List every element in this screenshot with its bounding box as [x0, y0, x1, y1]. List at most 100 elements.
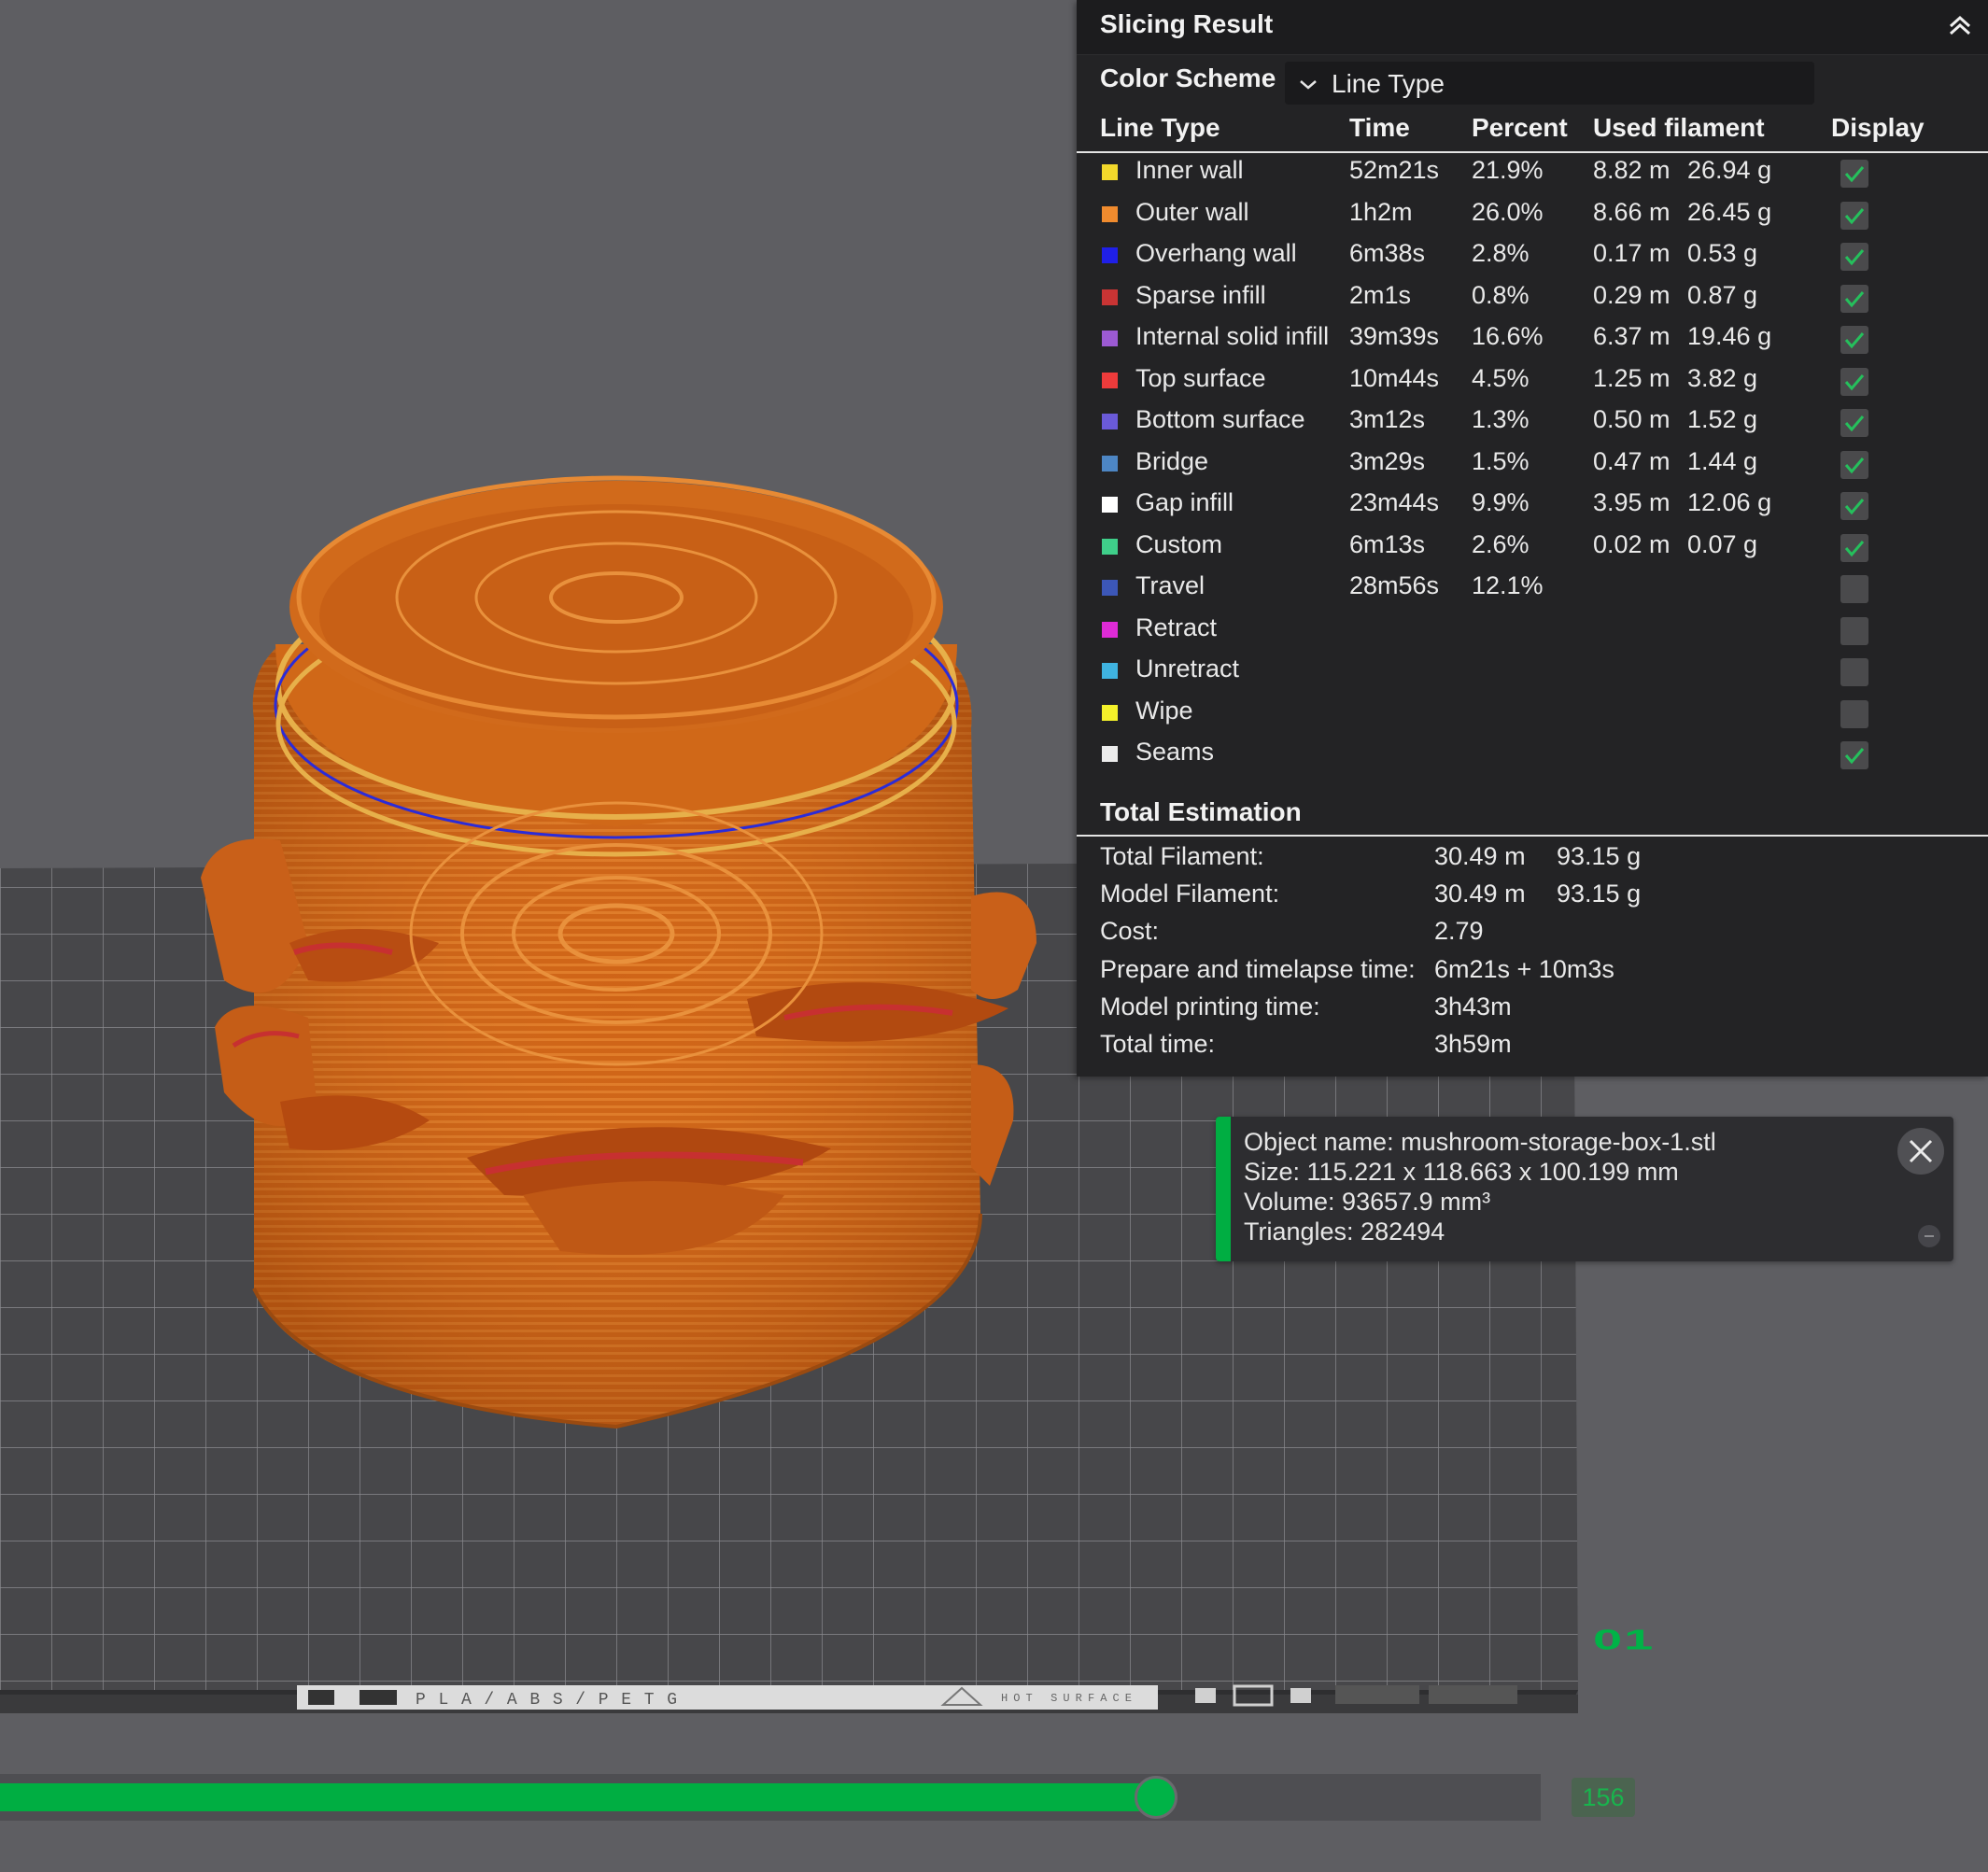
- line-type-row: Outer wall 1h2m 26.0% 8.66 m 26.45 g: [1077, 194, 1988, 235]
- time-value: 39m39s: [1349, 322, 1440, 350]
- line-type-row: Travel 28m56s 12.1%: [1077, 568, 1988, 609]
- filament-length: 0.47 m: [1593, 446, 1671, 475]
- filament-length: 8.82 m: [1593, 156, 1671, 184]
- line-type-row: Internal solid infill 39m39s 16.6% 6.37 m 19…: [1077, 318, 1988, 359]
- line-type-name: Top surface: [1135, 363, 1266, 392]
- total-row: Model printing time: 3h43m: [1077, 991, 1988, 1028]
- sliced-model[interactable]: [201, 475, 1036, 1429]
- total-label: Cost:: [1100, 917, 1160, 946]
- layer-slider-handle[interactable]: [1135, 1776, 1177, 1819]
- color-scheme-dropdown[interactable]: Line Type: [1285, 62, 1814, 105]
- percent-value: 1.5%: [1472, 446, 1530, 475]
- color-swatch: [1102, 704, 1118, 721]
- line-type-name: Unretract: [1135, 654, 1240, 683]
- line-type-row: Gap infill 23m44s 9.9% 3.95 m 12.06 g: [1077, 485, 1988, 526]
- time-value: 1h2m: [1349, 197, 1413, 226]
- percent-value: 26.0%: [1472, 197, 1544, 226]
- object-triangles: Triangles: 282494: [1244, 1218, 1445, 1246]
- line-type-name: Custom: [1135, 529, 1223, 558]
- total-row: Model Filament: 30.49 m 93.15 g: [1077, 878, 1988, 915]
- time-value: 3m29s: [1349, 446, 1426, 475]
- collapse-button[interactable]: [1941, 7, 1979, 45]
- total-value-primary: 3h43m: [1434, 992, 1512, 1020]
- color-swatch: [1102, 289, 1118, 305]
- line-type-row: Retract: [1077, 610, 1988, 651]
- total-label: Prepare and timelapse time:: [1100, 954, 1416, 983]
- layer-number-badge: 156: [1572, 1778, 1635, 1817]
- total-value-primary: 2.79: [1434, 917, 1484, 946]
- percent-value: 4.5%: [1472, 363, 1530, 392]
- time-value: 2m1s: [1349, 280, 1412, 309]
- column-header-line-type: Line Type: [1100, 113, 1220, 142]
- percent-value: 9.9%: [1472, 488, 1530, 516]
- line-type-row: Wipe: [1077, 693, 1988, 734]
- time-value: 28m56s: [1349, 571, 1440, 599]
- total-value-primary: 30.49 m: [1434, 842, 1526, 870]
- color-swatch: [1102, 414, 1118, 429]
- filament-weight: 1.44 g: [1687, 446, 1758, 475]
- filament-weight: 3.82 g: [1687, 363, 1758, 392]
- total-label: Total Filament:: [1100, 842, 1264, 870]
- display-checkbox[interactable]: [1840, 616, 1868, 645]
- color-swatch: [1102, 746, 1118, 762]
- color-swatch: [1102, 497, 1118, 513]
- display-checkbox[interactable]: [1840, 533, 1868, 562]
- display-checkbox[interactable]: [1840, 284, 1868, 313]
- checkmark-icon: [1844, 457, 1865, 473]
- total-row: Prepare and timelapse time: 6m21s + 10m3s: [1077, 953, 1988, 991]
- line-type-name: Bridge: [1135, 446, 1209, 475]
- line-type-row: Sparse infill 2m1s 0.8% 0.29 m 0.87 g: [1077, 277, 1988, 318]
- display-checkbox[interactable]: [1840, 201, 1868, 230]
- close-button[interactable]: [1897, 1128, 1944, 1175]
- checkmark-icon: [1844, 332, 1865, 349]
- time-value: 23m44s: [1349, 488, 1440, 516]
- display-checkbox[interactable]: [1840, 741, 1868, 769]
- panel-header: Slicing Result: [1077, 0, 1988, 55]
- filament-length: 0.02 m: [1593, 529, 1671, 558]
- color-swatch: [1102, 455, 1118, 472]
- checkmark-icon: [1844, 373, 1865, 390]
- checkmark-icon: [1844, 207, 1865, 224]
- percent-value: 12.1%: [1472, 571, 1544, 599]
- line-type-name: Bottom surface: [1135, 405, 1305, 433]
- checkmark-icon: [1844, 540, 1865, 556]
- total-estimation-title: Total Estimation: [1100, 797, 1302, 826]
- total-label: Model Filament:: [1100, 880, 1280, 908]
- display-checkbox[interactable]: [1840, 160, 1868, 188]
- display-checkbox[interactable]: [1840, 409, 1868, 437]
- filament-weight: 0.87 g: [1687, 280, 1758, 309]
- minus-icon: [1925, 1235, 1934, 1237]
- column-header-percent: Percent: [1472, 113, 1568, 142]
- percent-value: 2.6%: [1472, 529, 1530, 558]
- display-checkbox[interactable]: [1840, 492, 1868, 520]
- color-swatch: [1102, 621, 1118, 638]
- total-value-primary: 3h59m: [1434, 1030, 1512, 1058]
- percent-value: 0.8%: [1472, 280, 1530, 309]
- total-value-primary: 30.49 m: [1434, 880, 1526, 908]
- color-swatch: [1102, 372, 1118, 388]
- color-swatch: [1102, 247, 1118, 263]
- display-checkbox[interactable]: [1840, 326, 1868, 354]
- display-checkbox[interactable]: [1840, 450, 1868, 479]
- display-checkbox[interactable]: [1840, 658, 1868, 686]
- line-type-row: Overhang wall 6m38s 2.8% 0.17 m 0.53 g: [1077, 235, 1988, 276]
- column-header-display: Display: [1831, 113, 1925, 142]
- display-checkbox[interactable]: [1840, 575, 1868, 603]
- line-type-name: Sparse infill: [1135, 280, 1266, 309]
- total-value-primary: 6m21s + 10m3s: [1434, 954, 1614, 983]
- object-volume: Volume: 93657.9 mm³: [1244, 1188, 1491, 1216]
- minimize-button[interactable]: [1918, 1225, 1940, 1247]
- display-checkbox[interactable]: [1840, 699, 1868, 728]
- panel-title: Slicing Result: [1100, 9, 1274, 38]
- object-size: Size: 115.221 x 118.663 x 100.199 mm: [1244, 1158, 1679, 1186]
- object-name: Object name: mushroom-storage-box-1.stl: [1244, 1128, 1716, 1156]
- line-type-row: Bottom surface 3m12s 1.3% 0.50 m 1.52 g: [1077, 401, 1988, 443]
- line-type-name: Wipe: [1135, 696, 1193, 725]
- total-row: Total time: 3h59m: [1077, 1028, 1988, 1065]
- line-type-name: Retract: [1135, 612, 1218, 641]
- filament-length: 1.25 m: [1593, 363, 1671, 392]
- display-checkbox[interactable]: [1840, 367, 1868, 396]
- display-checkbox[interactable]: [1840, 243, 1868, 271]
- filament-length: 0.29 m: [1593, 280, 1671, 309]
- line-type-name: Seams: [1135, 738, 1215, 766]
